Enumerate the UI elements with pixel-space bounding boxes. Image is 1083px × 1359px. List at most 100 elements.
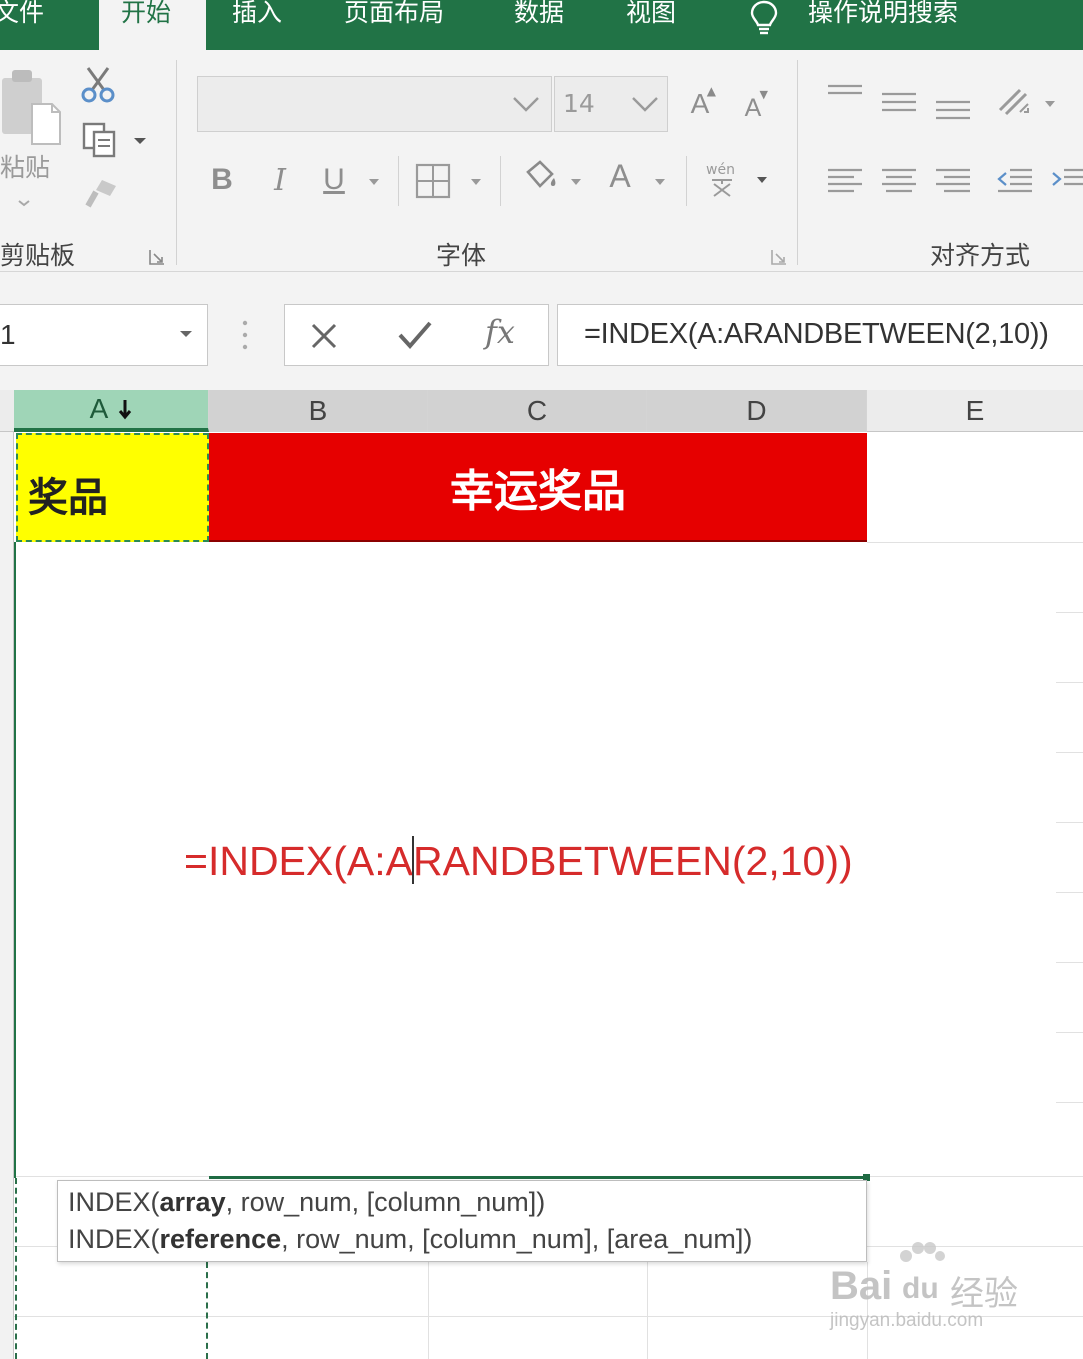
gridline (867, 542, 1083, 543)
group-separator (176, 60, 177, 265)
middle-align-icon[interactable] (880, 90, 918, 116)
cut-icon[interactable] (78, 64, 118, 104)
name-box-dropdown-icon[interactable] (178, 329, 194, 339)
cancel-icon[interactable] (309, 321, 339, 351)
clipboard-dialog-launcher-icon[interactable] (148, 248, 166, 266)
fill-color-dropdown-icon[interactable] (570, 178, 582, 186)
separator (686, 156, 687, 206)
copy-icon[interactable] (80, 120, 120, 160)
column-a-selection-border (14, 542, 16, 1178)
font-group-label: 字体 (436, 241, 487, 270)
borders-dropdown-icon[interactable] (470, 178, 482, 186)
tab-insert[interactable]: 插入 (232, 0, 312, 50)
lightbulb-icon[interactable] (748, 0, 780, 36)
gridline (1056, 962, 1083, 963)
gridline (1056, 612, 1083, 613)
gridline (428, 1262, 429, 1359)
chevron-down-icon (513, 97, 539, 112)
copy-marquee-border (206, 1262, 208, 1359)
name-box[interactable]: 1 (0, 304, 208, 366)
formula-bar-resize-handle-icon[interactable] (240, 318, 250, 352)
formula-buttons: fx (284, 304, 549, 366)
svg-text:wén: wén (706, 162, 735, 178)
font-name-select[interactable] (197, 76, 552, 132)
formula-input[interactable]: =INDEX(A:ARANDBETWEEN(2,10)) (557, 304, 1083, 366)
column-header-a[interactable]: A (14, 390, 209, 432)
orientation-dropdown-icon[interactable] (1044, 100, 1056, 108)
borders-icon[interactable] (414, 162, 452, 200)
tell-me-search[interactable]: 操作说明搜索 (808, 0, 1048, 50)
font-dialog-launcher-icon[interactable] (770, 248, 788, 266)
align-right-icon[interactable] (934, 166, 972, 196)
tooltip-line-reference-form[interactable]: INDEX(reference, row_num, [column_num], … (68, 1221, 856, 1258)
insert-function-button[interactable]: fx (485, 313, 515, 351)
font-size-select[interactable]: 14 (554, 76, 668, 132)
tooltip-line-array-form[interactable]: INDEX(array, row_num, [column_num]) (68, 1184, 856, 1221)
row-header-strip[interactable] (0, 432, 14, 1359)
fill-color-icon[interactable] (518, 158, 560, 198)
gridline (1056, 752, 1083, 753)
column-header-d[interactable]: D (647, 390, 867, 432)
copy-marquee-border (15, 1178, 17, 1359)
column-header-b[interactable]: B (209, 390, 428, 432)
font-color-button[interactable]: A (602, 154, 638, 198)
formula-input-value: =INDEX(A:ARANDBETWEEN(2,10)) (584, 318, 1049, 350)
tab-page-layout[interactable]: 页面布局 (344, 0, 484, 50)
bold-button[interactable]: B (204, 158, 240, 202)
align-center-icon[interactable] (880, 166, 918, 196)
function-argument-tooltip: INDEX(array, row_num, [column_num]) INDE… (57, 1180, 867, 1262)
bottom-align-icon[interactable] (934, 96, 972, 122)
baidu-jingyan-watermark: Bai du 经验 jingyan.baidu.com (826, 1242, 1026, 1334)
decrease-indent-icon[interactable] (996, 166, 1034, 196)
gridline (1056, 682, 1083, 683)
font-color-dropdown-icon[interactable] (654, 178, 666, 186)
format-painter-icon[interactable] (82, 176, 120, 212)
up-caret-icon: ▲ (706, 84, 716, 98)
paste-label[interactable]: 粘贴 (0, 148, 50, 184)
underline-dropdown-icon[interactable] (368, 178, 380, 186)
cell-edit-formula[interactable]: =INDEX(A:ARANDBETWEEN(2,10)) (184, 836, 853, 885)
gridline (1056, 892, 1083, 893)
gridline (647, 1262, 648, 1359)
phonetic-guide-icon[interactable]: wén (702, 158, 742, 200)
cell-a1-text: 奖品 (28, 475, 108, 521)
cell-a1[interactable]: 奖品 (16, 433, 209, 542)
ribbon-home: 粘贴 剪贴板 14 A ▲ A ▼ B I U A wén 字体 对齐方式 (0, 50, 1083, 272)
ribbon-tab-bar: 文件 开始 插入 页面布局 数据 视图 操作说明搜索 (0, 0, 1083, 50)
chevron-down-icon (632, 97, 658, 112)
tab-view[interactable]: 视图 (626, 0, 706, 50)
italic-button[interactable]: I (262, 158, 298, 202)
name-box-value: 1 (0, 319, 16, 350)
decrease-font-size-button[interactable]: A ▼ (738, 88, 768, 128)
column-header-c[interactable]: C (428, 390, 647, 432)
increase-font-size-button[interactable]: A ▲ (684, 84, 716, 124)
cell-b1-merged[interactable]: 幸运奖品 (209, 433, 867, 542)
copy-dropdown-chevron-icon[interactable] (132, 136, 148, 146)
tab-file[interactable]: 文件 (0, 0, 94, 50)
enter-check-icon[interactable] (397, 319, 433, 351)
underline-button[interactable]: U (316, 158, 352, 202)
paste-icon[interactable] (0, 64, 66, 154)
column-header-e[interactable]: E (867, 390, 1083, 432)
separator (500, 156, 501, 206)
phonetic-dropdown-icon[interactable] (756, 176, 768, 184)
orientation-icon[interactable] (994, 84, 1034, 120)
paste-dropdown-chevron-icon[interactable] (16, 198, 32, 208)
tab-data[interactable]: 数据 (514, 0, 594, 50)
formula-bar: 1 fx =INDEX(A:ARANDBETWEEN(2,10)) (0, 272, 1083, 390)
group-separator (797, 60, 798, 265)
down-caret-icon: ▼ (759, 88, 768, 101)
column-select-arrow-icon (119, 400, 132, 420)
alignment-group-label: 对齐方式 (930, 241, 1031, 270)
cell-b1-text: 幸运奖品 (450, 465, 626, 517)
top-align-icon[interactable] (826, 84, 864, 102)
increase-indent-icon[interactable] (1050, 166, 1083, 196)
font-size-value: 14 (563, 89, 595, 118)
gridline (1056, 1102, 1083, 1103)
tab-home[interactable]: 开始 (99, 0, 206, 50)
separator (398, 156, 399, 206)
baidu-paw-icon (900, 1242, 945, 1262)
align-left-icon[interactable] (826, 166, 864, 196)
gridline (1056, 1032, 1083, 1033)
clipboard-group-label: 剪贴板 (0, 241, 76, 270)
